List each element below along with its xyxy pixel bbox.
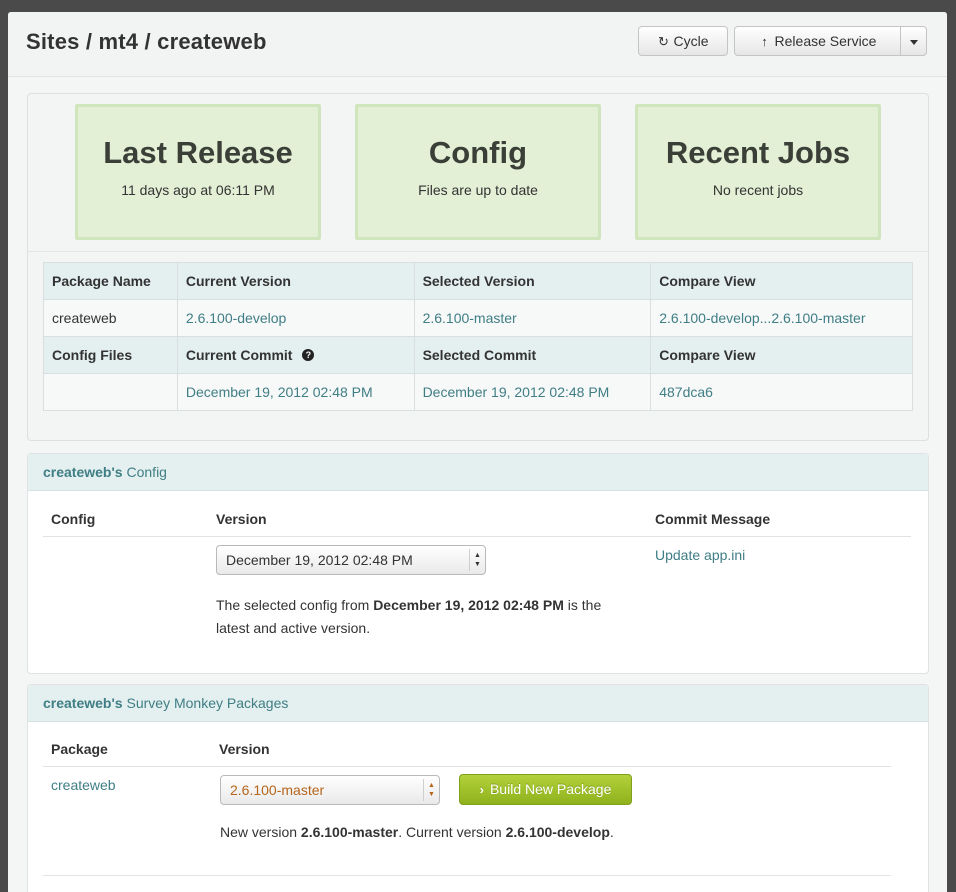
column-header-version: Version <box>216 511 267 527</box>
header-cell: Config Files <box>43 336 178 374</box>
panel-owner: createweb's <box>43 695 123 711</box>
release-dropdown-toggle[interactable] <box>900 26 927 56</box>
note-current-version: 2.6.100-develop <box>505 824 610 840</box>
selected-value: 2.6.100-master <box>230 782 325 798</box>
tile-title: Recent Jobs <box>665 135 851 170</box>
arrow-up-icon: ↑ <box>761 34 768 49</box>
select-arrows-icon: ▲ ▼ <box>423 779 439 801</box>
select-arrows-icon: ▲ ▼ <box>469 549 485 571</box>
page-title: Sites / mt4 / createweb <box>26 29 267 54</box>
caret-down-icon <box>909 39 918 45</box>
commit-message-link[interactable]: Update app.ini <box>655 547 745 563</box>
package-link[interactable]: createweb <box>51 777 116 793</box>
current-version-link[interactable]: 2.6.100-develop <box>186 310 286 326</box>
column-header-config: Config <box>51 511 96 527</box>
panel-heading: createweb's Config <box>28 454 928 491</box>
divider <box>43 875 891 876</box>
tile-subtitle: 11 days ago at 06:11 PM <box>121 182 275 198</box>
tile-subtitle: Files are up to date <box>418 182 538 198</box>
compare-view-link[interactable]: 2.6.100-develop...2.6.100-master <box>659 310 865 326</box>
header-cell: Current Version <box>176 262 415 300</box>
page-header: Sites / mt4 / createweb ↻ Cycle ↑ Release … <box>8 12 947 77</box>
refresh-icon: ↻ <box>658 34 669 49</box>
selected-version-link[interactable]: 2.6.100-master <box>423 310 517 326</box>
panel-heading: createweb's Survey Monkey Packages <box>28 685 928 722</box>
header-cell: Selected Version <box>413 262 652 300</box>
help-text-line2: latest and active version. <box>216 620 371 636</box>
panel-owner: createweb's <box>43 464 123 480</box>
header-cell: Compare View <box>650 336 913 374</box>
divider <box>28 251 928 252</box>
config-tile: Config Files are up to date <box>355 104 601 240</box>
column-header-commit-message: Commit Message <box>655 511 771 527</box>
table-row: December 19, 2012 02:48 PM December 19, … <box>43 373 913 411</box>
help-text-date: December 19, 2012 02:48 PM <box>373 597 564 613</box>
header-cell: Compare View <box>650 262 913 300</box>
note-end: . <box>609 824 614 840</box>
config-version-select[interactable]: December 19, 2012 02:48 PM ▲ ▼ <box>216 545 486 575</box>
table-header-row: Config Files Current Commit ? Selected C… <box>43 336 913 374</box>
column-header-package: Package <box>51 741 108 757</box>
cycle-label: Cycle <box>673 33 709 49</box>
help-text-prefix: The selected config from <box>216 597 374 613</box>
header-cell: Selected Commit <box>413 336 652 374</box>
app-frame: Sites / mt4 / createweb ↻ Cycle ↑ Release … <box>8 12 947 892</box>
selected-commit-link[interactable]: December 19, 2012 02:48 PM <box>423 384 610 400</box>
cycle-button[interactable]: ↻ Cycle <box>638 26 728 56</box>
tile-title: Config <box>428 135 528 170</box>
help-icon[interactable]: ? <box>302 349 315 361</box>
header-cell: Current Commit <box>185 347 293 363</box>
package-version-select[interactable]: 2.6.100-master ▲ ▼ <box>220 775 440 805</box>
commit-compare-link[interactable]: 487dca6 <box>659 384 713 400</box>
note-mid: . Current version <box>398 824 506 840</box>
release-service-label: Release Service <box>774 33 877 49</box>
divider <box>43 536 911 537</box>
config-files-cell <box>43 373 178 411</box>
table-row: createweb 2.6.100-develop 2.6.100-master… <box>43 299 913 337</box>
package-name-cell: createweb <box>43 299 178 337</box>
selected-value: December 19, 2012 02:48 PM <box>226 552 413 568</box>
header-cell: Package Name <box>43 262 178 300</box>
config-panel: createweb's Config Config Version Commit… <box>27 453 929 674</box>
version-change-note: New version 2.6.100-master. Current vers… <box>220 821 614 844</box>
panel-title: Config <box>126 464 167 480</box>
tile-title: Last Release <box>103 135 293 170</box>
build-new-package-button[interactable]: › Build New Package <box>459 774 632 805</box>
tile-subtitle: No recent jobs <box>712 182 804 198</box>
version-info-table: Package Name Current Version Selected Ve… <box>43 262 913 411</box>
build-label: Build New Package <box>489 781 612 797</box>
packages-panel: createweb's Survey Monkey Packages Packa… <box>27 684 929 892</box>
recent-jobs-tile: Recent Jobs No recent jobs <box>635 104 881 240</box>
config-status-text: The selected config from December 19, 20… <box>216 594 636 640</box>
table-header-row: Package Name Current Version Selected Ve… <box>43 262 913 300</box>
last-release-tile: Last Release 11 days ago at 06:11 PM <box>75 104 321 240</box>
chevron-right-icon: › <box>479 782 484 797</box>
current-commit-link[interactable]: December 19, 2012 02:48 PM <box>186 384 373 400</box>
note-new-version: 2.6.100-master <box>300 824 399 840</box>
panel-title: Survey Monkey Packages <box>126 695 289 711</box>
help-text-suffix: is the <box>563 597 602 613</box>
release-service-button[interactable]: ↑ Release Service <box>734 26 901 56</box>
column-header-version: Version <box>219 741 270 757</box>
divider <box>43 766 891 767</box>
note-prefix: New version <box>220 824 301 840</box>
site-summary: Last Release 11 days ago at 06:11 PM Con… <box>27 93 929 441</box>
